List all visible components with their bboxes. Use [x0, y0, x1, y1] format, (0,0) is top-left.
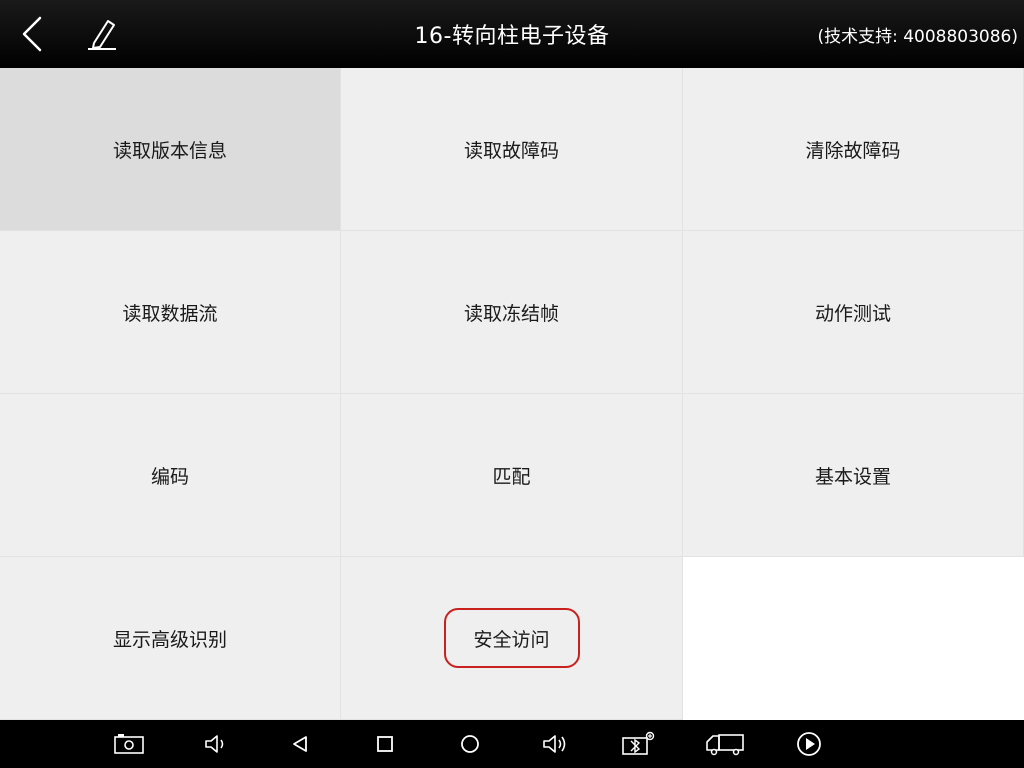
- menu-basic-settings[interactable]: 基本设置: [683, 394, 1024, 557]
- menu-item-label: 清除故障码: [805, 139, 901, 162]
- menu-item-label: 读取冻结帧: [463, 302, 559, 325]
- menu-item-label: 编码: [150, 465, 189, 488]
- menu-item-label: 读取故障码: [463, 139, 559, 162]
- menu-item-label: 读取数据流: [122, 302, 218, 325]
- bluetooth-vci-icon: [622, 731, 655, 755]
- menu-security-access[interactable]: 安全访问: [341, 557, 683, 720]
- vci-connection-button[interactable]: [621, 728, 655, 760]
- title-bar: 16-转向柱电子设备 (技术支持: 4008803086): [0, 0, 1024, 68]
- recent-apps-button[interactable]: [368, 728, 402, 760]
- edit-button[interactable]: [84, 14, 120, 54]
- menu-advanced-identification[interactable]: 显示高级识别: [0, 557, 341, 720]
- screenshot-button[interactable]: [112, 728, 146, 760]
- function-menu-grid: 读取版本信息 读取故障码 清除故障码 读取数据流 读取冻结帧 动作测试 编码 匹…: [0, 68, 1024, 720]
- play-icon: [797, 732, 821, 756]
- back-triangle-icon: [293, 736, 307, 752]
- menu-item-label: 安全访问: [473, 628, 550, 651]
- volume-down-button[interactable]: [198, 728, 232, 760]
- menu-clear-dtc[interactable]: 清除故障码: [683, 68, 1024, 231]
- recent-apps-icon: [377, 736, 393, 752]
- menu-item-label: 动作测试: [814, 302, 891, 325]
- volume-up-button[interactable]: [538, 728, 572, 760]
- page-title: 16-转向柱电子设备: [414, 24, 610, 49]
- volume-up-icon: [543, 735, 566, 753]
- menu-read-data-stream[interactable]: 读取数据流: [0, 231, 341, 394]
- highlight-outline: 安全访问: [443, 608, 580, 668]
- menu-read-version-info[interactable]: 读取版本信息: [0, 68, 341, 231]
- menu-coding[interactable]: 编码: [0, 394, 341, 557]
- menu-adaptation[interactable]: 匹配: [341, 394, 683, 557]
- menu-item-label: 读取版本信息: [112, 139, 227, 162]
- back-button[interactable]: [14, 14, 50, 54]
- pencil-icon: [88, 20, 116, 50]
- home-circle-icon: [461, 735, 479, 753]
- menu-read-dtc[interactable]: 读取故障码: [341, 68, 683, 231]
- chevron-left-icon: [22, 16, 42, 52]
- back-nav-button[interactable]: [283, 728, 317, 760]
- play-button[interactable]: [792, 728, 826, 760]
- menu-read-freeze-frame[interactable]: 读取冻结帧: [341, 231, 683, 394]
- menu-item-label: 显示高级识别: [112, 628, 227, 651]
- volume-down-icon: [205, 735, 224, 753]
- screenshot-icon: [114, 734, 144, 754]
- menu-item-label: 基本设置: [814, 465, 891, 488]
- home-button[interactable]: [453, 728, 487, 760]
- system-navigation-bar: [0, 720, 1024, 768]
- support-hotline: (技术支持: 4008803086): [817, 26, 1018, 47]
- truck-icon: [706, 734, 744, 756]
- menu-item-label: 匹配: [492, 465, 531, 488]
- truck-button[interactable]: [704, 728, 746, 760]
- menu-actuation-test[interactable]: 动作测试: [683, 231, 1024, 394]
